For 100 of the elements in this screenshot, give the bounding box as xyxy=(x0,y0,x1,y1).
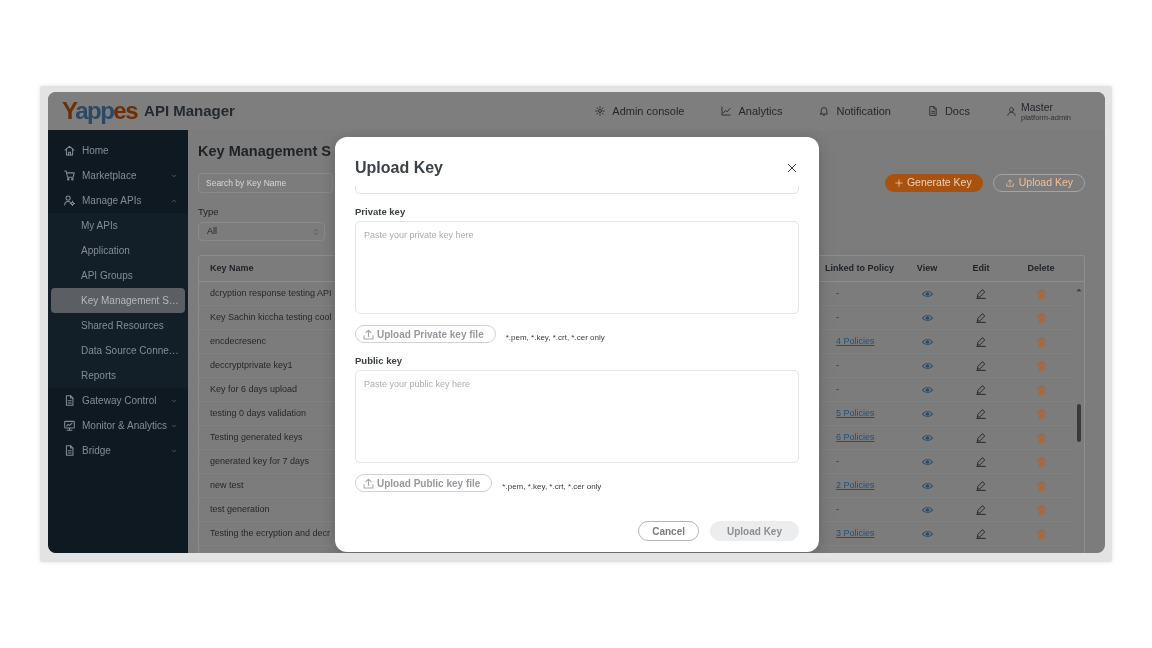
chevron-icon xyxy=(171,423,178,428)
search-field[interactable]: Search by Key Name xyxy=(198,173,333,193)
sidebar-item[interactable]: Gateway Control xyxy=(51,388,185,413)
user-name[interactable]: Master xyxy=(1020,100,1071,113)
sidebar-item[interactable]: Home xyxy=(51,138,185,163)
pencil-icon[interactable] xyxy=(976,384,986,395)
pencil-icon[interactable] xyxy=(976,504,986,515)
column-header: Delete xyxy=(1027,261,1055,275)
eye-icon[interactable] xyxy=(921,337,933,346)
upload-icon xyxy=(363,328,374,340)
upload-file-button[interactable]: Upload Private key file xyxy=(355,325,496,343)
table-cell-text: testing 0 days validation xyxy=(210,406,307,420)
sidebar-item[interactable]: Data Source Conne… xyxy=(51,338,185,363)
pencil-icon[interactable] xyxy=(976,312,986,323)
sidebar-item[interactable]: Shared Resources xyxy=(51,313,185,338)
sidebar-item[interactable]: Marketplace xyxy=(51,163,185,188)
document-icon xyxy=(64,445,75,456)
upload-icon xyxy=(363,477,374,489)
column-header: Key Name xyxy=(209,261,254,275)
nav-link[interactable]: Docs xyxy=(927,102,970,120)
key-text-field[interactable]: Paste your private key here xyxy=(355,221,799,314)
eye-icon[interactable] xyxy=(921,457,933,466)
user-icon[interactable] xyxy=(1006,106,1016,116)
sidebar-item[interactable]: My APIs xyxy=(51,213,185,238)
table-cell-text: deccryptprivate key1 xyxy=(210,358,293,372)
sidebar-item[interactable]: Application xyxy=(51,238,185,263)
eye-icon[interactable] xyxy=(921,385,933,394)
logo: Yappes xyxy=(62,99,138,123)
chevron-icon xyxy=(171,448,177,453)
table-cell-text: - xyxy=(836,310,839,324)
sidebar-item[interactable]: Monitor & Analytics xyxy=(51,413,185,438)
chevron-icon xyxy=(171,398,177,403)
line-chart-icon xyxy=(721,106,732,116)
page-title: Key Management S xyxy=(198,142,331,160)
policies-link[interactable]: 2 Policies xyxy=(836,478,875,493)
sidebar-item[interactable]: API Groups xyxy=(51,263,185,288)
sidebar-item[interactable]: Reports xyxy=(51,363,185,388)
scroll-up-arrow-icon[interactable] xyxy=(1075,288,1082,292)
chevron-icon xyxy=(171,198,177,203)
table-cell-text: new test xyxy=(210,478,244,492)
policies-link[interactable]: 3 Policies xyxy=(836,526,875,541)
scrollbar-thumb[interactable] xyxy=(1076,404,1081,442)
eye-icon[interactable] xyxy=(921,289,933,298)
sidebar-item[interactable]: Manage APIs xyxy=(51,188,185,213)
pencil-icon[interactable] xyxy=(976,408,986,419)
nav-link[interactable]: Analytics xyxy=(721,102,783,120)
table-cell-text: - xyxy=(836,454,839,468)
table-cell-text: Testing the ecryption and decr xyxy=(210,526,331,540)
table-cell-text: encdecresenc xyxy=(210,334,267,348)
policies-link[interactable]: 4 Policies xyxy=(836,334,875,349)
eye-icon[interactable] xyxy=(921,505,933,514)
generate-key-button[interactable]: Generate Key xyxy=(884,174,983,192)
pencil-icon[interactable] xyxy=(976,480,986,491)
table-cell-text: dcryption response testing API xyxy=(210,286,332,300)
bell-icon xyxy=(819,106,830,116)
column-header: View xyxy=(916,261,938,275)
table-cell-text: - xyxy=(836,502,839,516)
pencil-icon[interactable] xyxy=(976,288,986,299)
chevron-icon xyxy=(171,173,177,178)
table-cell-text: Key for 6 days upload xyxy=(210,382,298,396)
user-gear-icon xyxy=(64,195,75,206)
cancel-button[interactable]: Cancel xyxy=(638,521,699,541)
dialog-title: Upload Key xyxy=(355,158,443,178)
cart-icon xyxy=(64,170,75,181)
table-cell-text: test generation xyxy=(210,502,270,516)
filter-label: Type xyxy=(198,206,219,218)
pencil-icon[interactable] xyxy=(976,432,986,443)
nav-link[interactable]: Admin console xyxy=(595,102,685,120)
pencil-icon[interactable] xyxy=(976,360,986,371)
field-label: Public key xyxy=(355,355,402,367)
input-field[interactable] xyxy=(355,186,799,194)
eye-icon[interactable] xyxy=(921,481,933,490)
upload-file-button[interactable]: Upload Public key file xyxy=(355,474,493,492)
column-header: Edit xyxy=(972,261,990,275)
column-header: Linked to Policy xyxy=(824,261,894,275)
updown-chevron-icon xyxy=(313,227,319,236)
table-cell-text: generated key for 7 days xyxy=(210,454,310,468)
table-cell-text: Key Sachin kiccha testing cool xyxy=(210,310,332,324)
upload-icon xyxy=(1005,179,1014,187)
eye-icon[interactable] xyxy=(921,409,933,418)
field-label: Private key xyxy=(355,206,406,218)
policies-link[interactable]: 6 Policies xyxy=(836,430,875,445)
key-text-field[interactable]: Paste your public key here xyxy=(355,370,799,463)
app-title: API Manager xyxy=(144,100,235,121)
close-icon[interactable] xyxy=(787,163,797,173)
file-type-hint: *.pem, *.key, *.crt, *.cer only xyxy=(505,333,605,343)
eye-icon[interactable] xyxy=(921,361,933,370)
sidebar-item[interactable]: Key Management S… xyxy=(51,288,185,313)
pencil-icon[interactable] xyxy=(976,336,986,347)
eye-icon[interactable] xyxy=(921,313,933,322)
type-select[interactable]: All xyxy=(198,222,325,241)
pencil-icon[interactable] xyxy=(976,456,986,467)
eye-icon[interactable] xyxy=(921,529,933,538)
policies-link[interactable]: 5 Policies xyxy=(836,406,875,421)
nav-link[interactable]: Notification xyxy=(819,102,891,120)
sidebar-item[interactable]: Bridge xyxy=(51,438,185,463)
monitor-icon xyxy=(64,420,75,431)
pencil-icon[interactable] xyxy=(976,528,986,539)
eye-icon[interactable] xyxy=(921,433,933,442)
table-cell-text: - xyxy=(836,382,839,396)
